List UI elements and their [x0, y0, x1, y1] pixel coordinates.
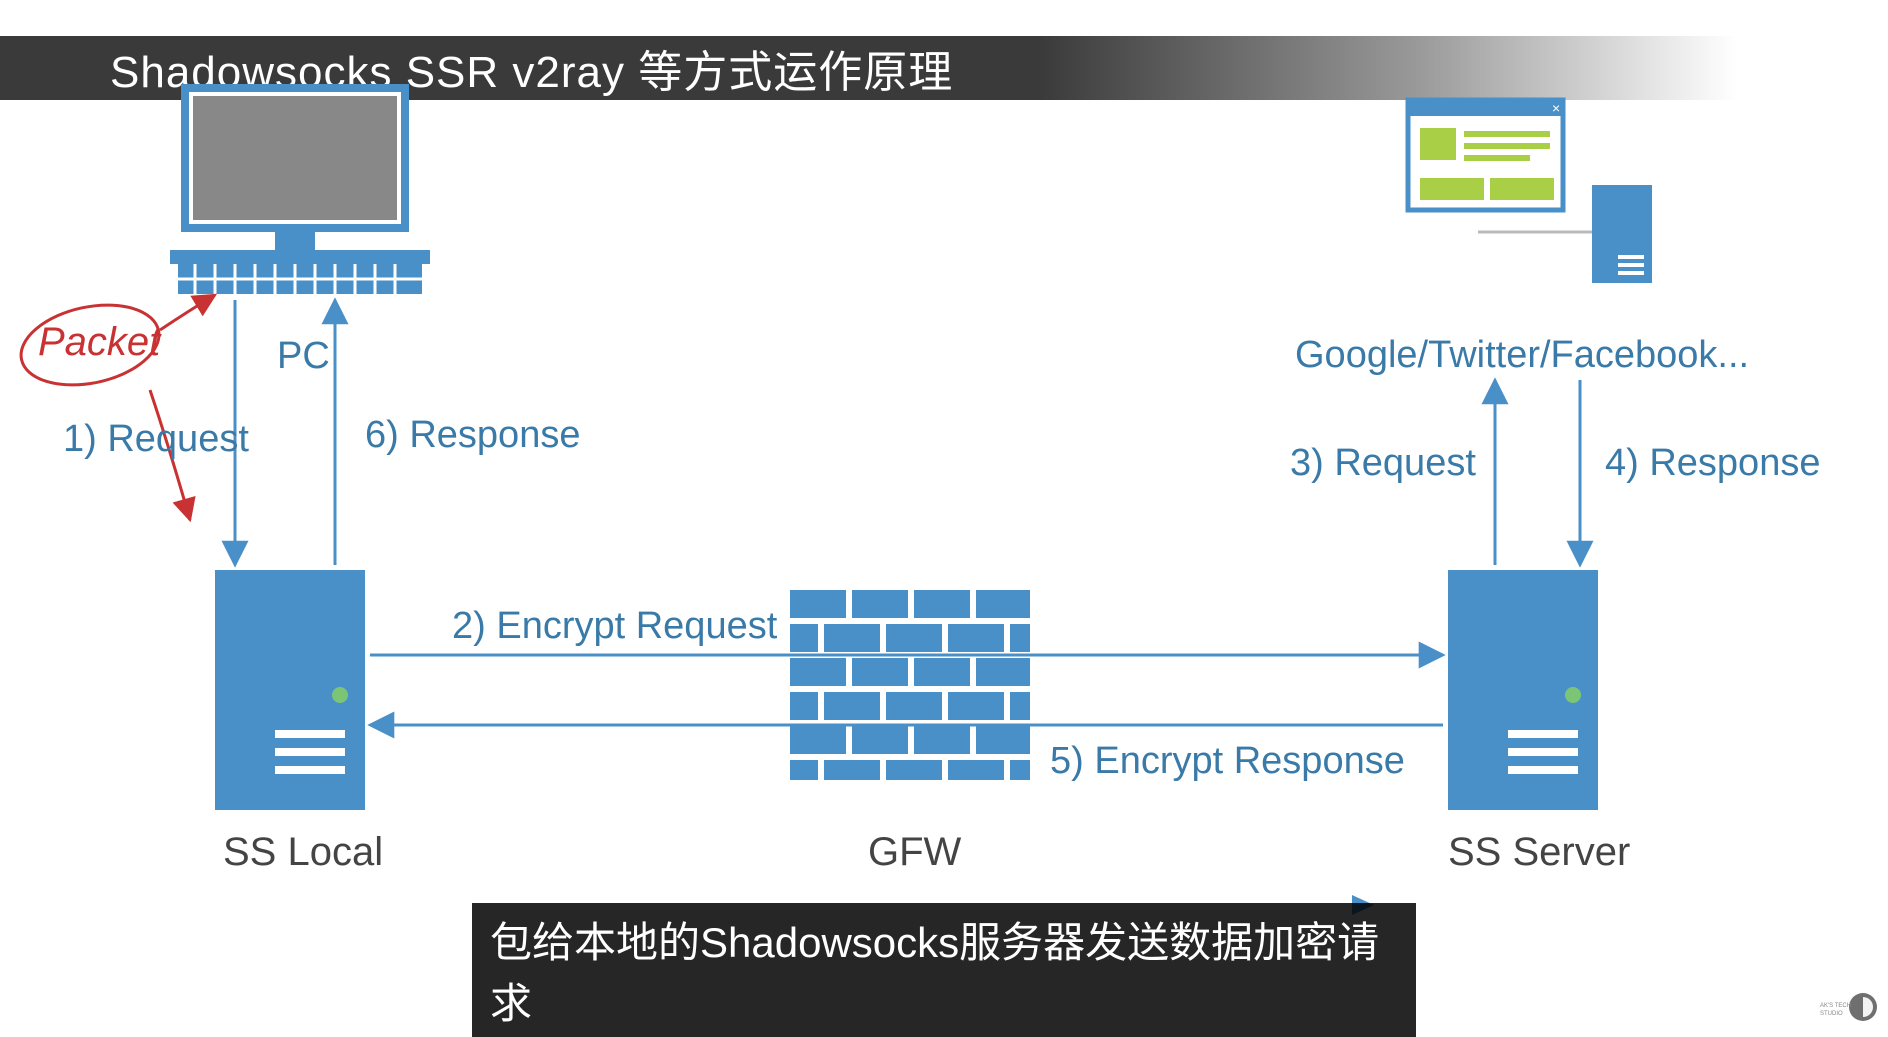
ss-server-label: SS Server [1448, 830, 1630, 875]
flow-6-label: 6) Response [365, 414, 580, 457]
svg-text:×: × [1552, 100, 1560, 116]
ss-server-icon [1448, 570, 1598, 810]
pc-icon [170, 88, 430, 294]
flow-2-label: 2) Encrypt Request [452, 605, 777, 648]
ss-local-label: SS Local [223, 830, 383, 875]
flow-1-label: 1) Request [63, 418, 249, 461]
ss-local-icon [215, 570, 365, 810]
page-title: Shadowsocks SSR v2ray 等方式运作原理 [110, 36, 953, 100]
packet-annotation: Packet [38, 320, 160, 365]
subtitle: 包给本地的Shadowsocks服务器发送数据加密请求 [472, 903, 1416, 1037]
flow-3-label: 3) Request [1290, 442, 1476, 485]
flow-5-label: 5) Encrypt Response [1050, 740, 1405, 783]
watermark-text: AK'S TECH [1820, 1003, 1851, 1009]
diagram-canvas: × [0, 0, 1888, 1037]
watermark-logo: AK'S TECH STUDIO [1818, 987, 1878, 1027]
services-server-icon [1478, 185, 1652, 283]
gfw-wall-icon [790, 590, 1030, 780]
services-label: Google/Twitter/Facebook... [1295, 334, 1749, 377]
title-bar: Shadowsocks SSR v2ray 等方式运作原理 [0, 36, 1888, 100]
gfw-label: GFW [868, 830, 961, 875]
pc-label: PC [277, 335, 330, 378]
flow-4-label: 4) Response [1605, 442, 1820, 485]
svg-text:STUDIO: STUDIO [1820, 1011, 1843, 1017]
browser-window-icon: × [1408, 100, 1563, 210]
